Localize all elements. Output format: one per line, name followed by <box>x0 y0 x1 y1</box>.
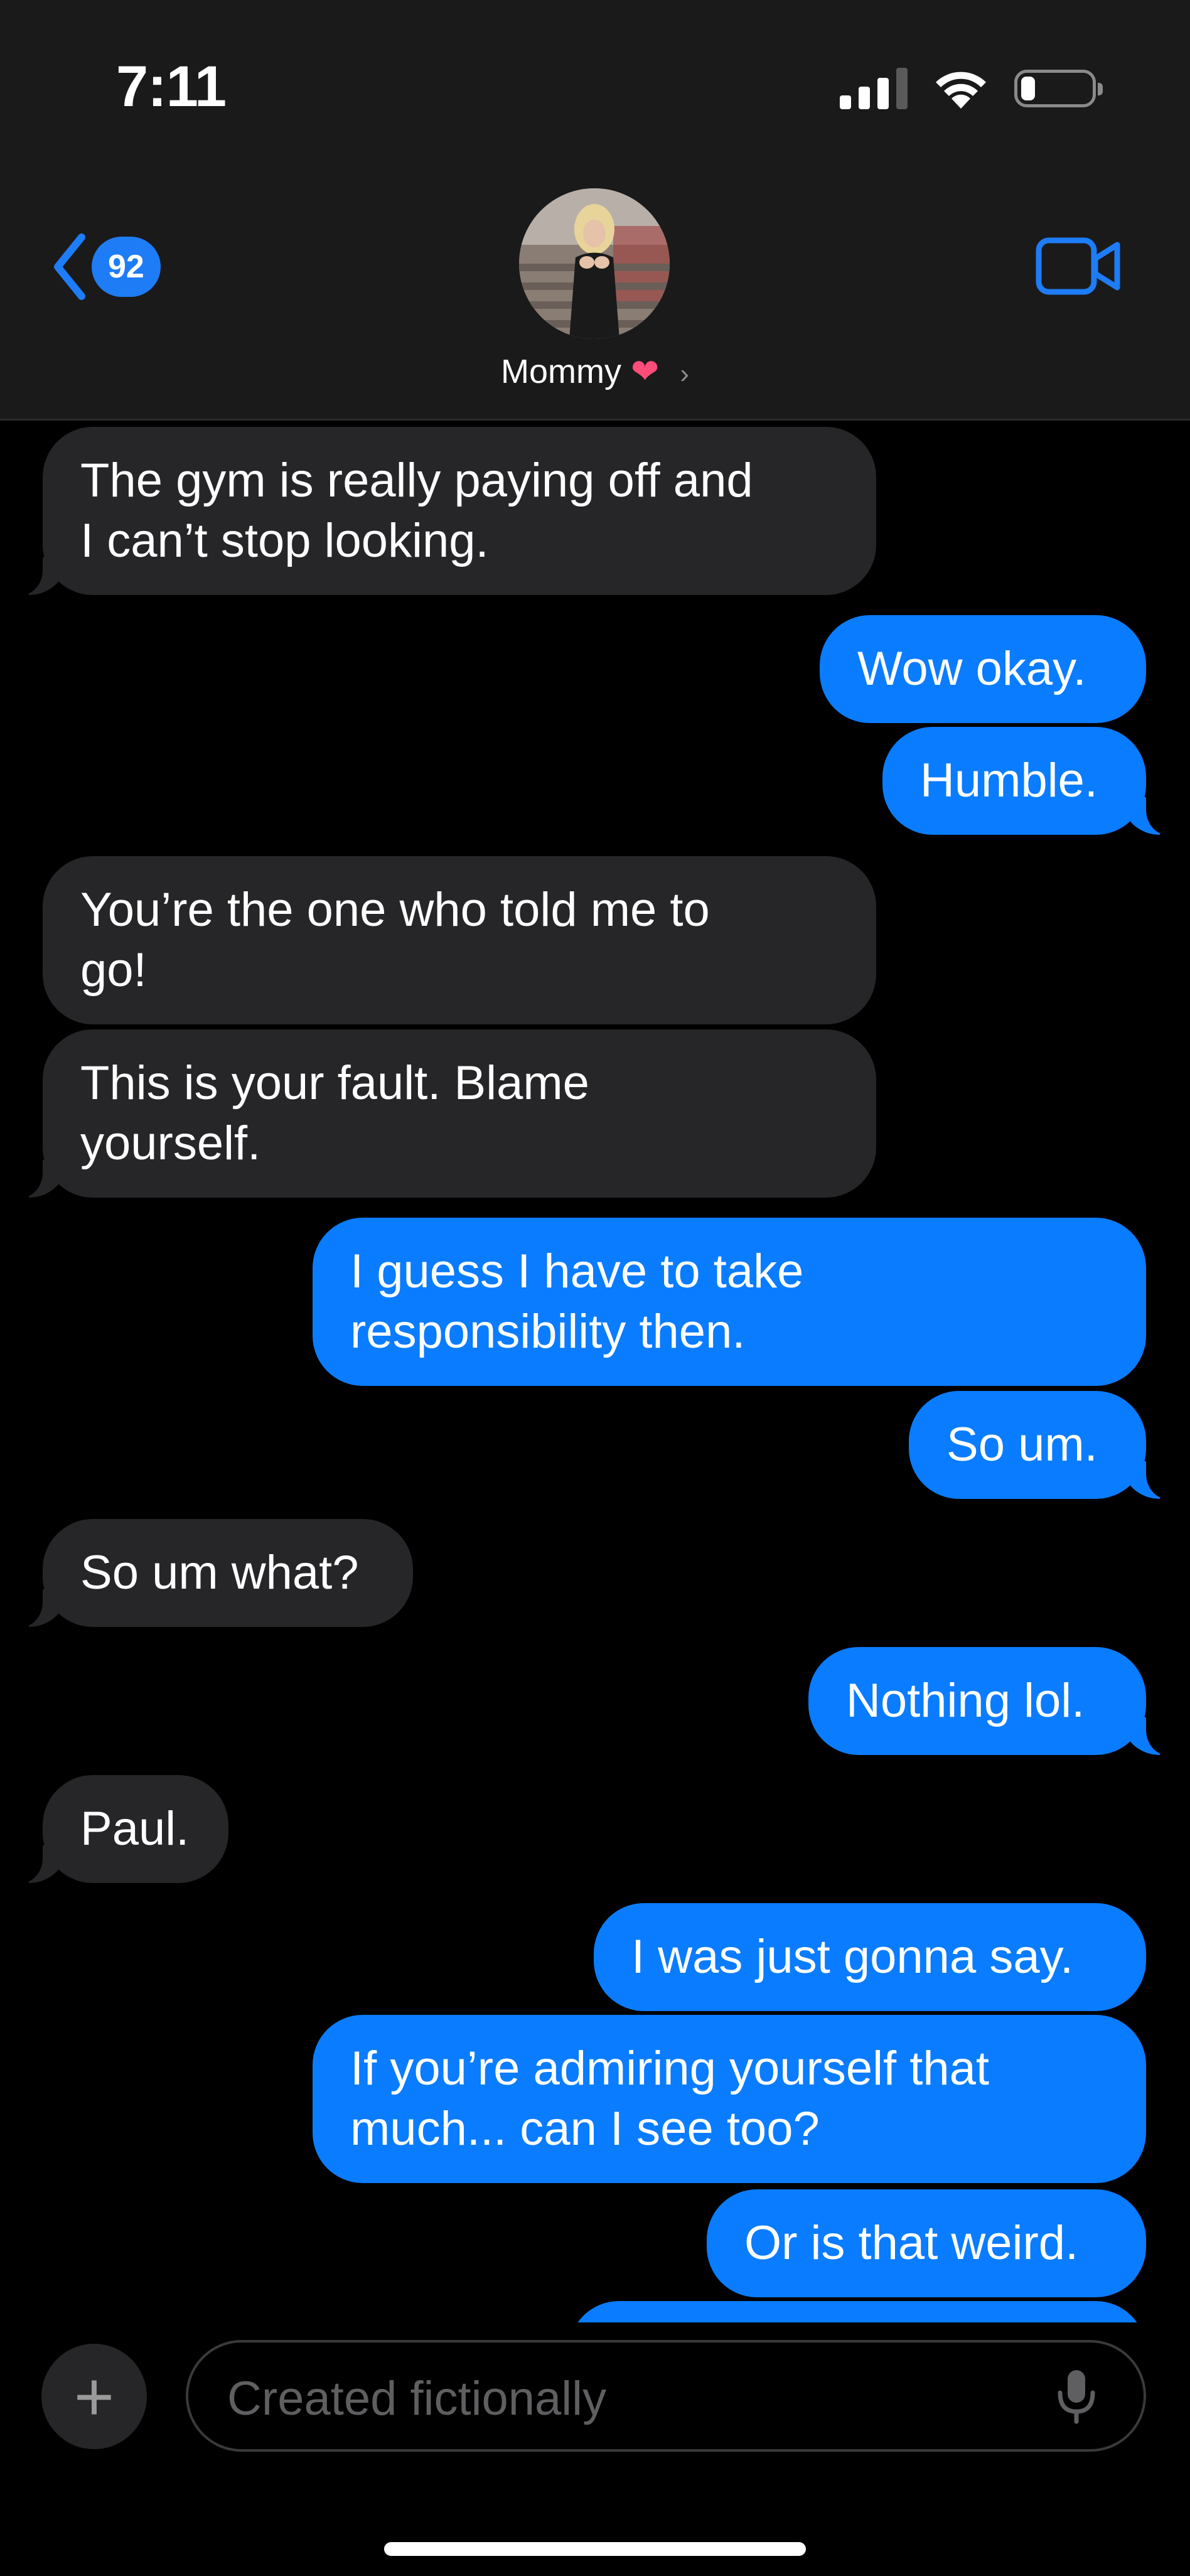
message-bubble-incoming[interactable]: The gym is really paying off and I can’t… <box>14 427 876 595</box>
message-input-placeholder: Created fictionally <box>227 2372 607 2425</box>
microphone-icon[interactable] <box>1056 2368 1097 2425</box>
chevron-right-icon: › <box>680 358 689 389</box>
add-attachment-button[interactable]: + <box>41 2344 147 2449</box>
message-bubble-outgoing[interactable]: I was just gonna say. <box>594 1903 1146 2011</box>
message-thread[interactable]: The gym is really paying off and I can’t… <box>0 421 1190 2322</box>
message-bubble-outgoing[interactable]: Or is that weird. <box>707 2189 1146 2297</box>
message-bubble-outgoing[interactable]: Nothing lol. <box>808 1647 1175 1755</box>
message-bubble-incoming[interactable]: You’re the one who told me to go! <box>43 856 876 1024</box>
status-time: 7:11 <box>116 55 227 119</box>
signal-icon <box>840 68 908 109</box>
message-bubble-incoming[interactable]: Paul. <box>14 1775 228 1883</box>
contact-name-button[interactable]: Mommy ❤ › <box>0 352 1190 391</box>
home-indicator[interactable] <box>384 2542 806 2556</box>
message-bubble-outgoing[interactable]: If you’re admiring yourself that much...… <box>313 2015 1146 2183</box>
message-bubble-incoming[interactable]: So um what? <box>14 1519 413 1627</box>
message-input[interactable]: Created fictionally <box>186 2340 1146 2452</box>
message-bubble-outgoing[interactable]: Humble. <box>882 727 1175 835</box>
heart-icon: ❤ <box>631 353 660 390</box>
message-bubble-outgoing-partial[interactable] <box>569 2301 1146 2322</box>
message-bubble-incoming[interactable]: This is your fault. Blame yourself. <box>14 1029 876 1198</box>
plus-icon: + <box>73 2358 115 2435</box>
back-button[interactable]: 92 <box>50 232 161 301</box>
back-chevron-icon <box>54 233 85 300</box>
message-bubble-outgoing[interactable]: Wow okay. <box>820 615 1146 723</box>
contact-name: Mommy <box>501 353 622 390</box>
status-icons <box>840 60 1103 117</box>
unread-count-badge: 92 <box>92 237 161 297</box>
battery-icon <box>1014 70 1103 107</box>
message-bubble-outgoing[interactable]: I guess I have to take responsibility th… <box>313 1218 1146 1386</box>
video-camera-icon[interactable] <box>1036 237 1121 295</box>
conversation-header: 7:11 92 Mommy ❤ › <box>0 0 1190 421</box>
wifi-icon <box>936 72 986 109</box>
contact-avatar[interactable] <box>519 188 670 339</box>
message-bubble-outgoing[interactable]: So um. <box>909 1391 1175 1499</box>
